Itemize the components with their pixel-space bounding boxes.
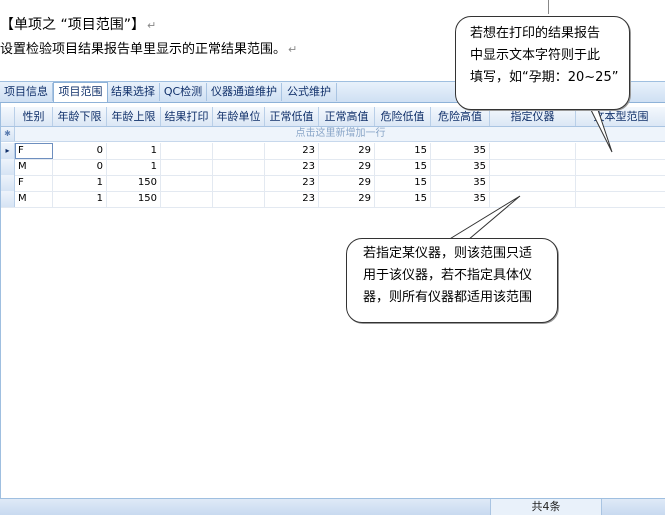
cell-danger-low[interactable]: 15 — [375, 175, 431, 191]
document-title-text: 【单项之 “项目范围”】 — [0, 17, 145, 33]
cell-sex[interactable]: F — [15, 175, 53, 191]
cell-text-range[interactable] — [576, 159, 665, 175]
tab-project-range[interactable]: 项目范围 — [53, 82, 108, 102]
cell-danger-high[interactable]: 35 — [431, 143, 490, 159]
cell-danger-low[interactable]: 15 — [375, 159, 431, 175]
cell-age-low[interactable]: 1 — [53, 191, 107, 207]
column-header-danger-low[interactable]: 危险低值 — [375, 107, 431, 126]
cell-danger-low[interactable]: 15 — [375, 191, 431, 207]
row-indicator[interactable]: ▸ — [1, 143, 15, 159]
callout-line: 用于该仪器，若不指定具体仪 — [363, 268, 533, 283]
cell-age-unit[interactable] — [213, 175, 265, 191]
header-indicator — [1, 107, 15, 126]
cell-age-high[interactable]: 1 — [107, 143, 161, 159]
cell-sex[interactable]: M — [15, 191, 53, 207]
grid-footer: 共4条 — [0, 498, 665, 515]
row-indicator[interactable] — [1, 175, 15, 191]
column-header-age-unit[interactable]: 年龄单位 — [213, 107, 265, 126]
callout-line: 器，则所有仪器都适用该范围 — [363, 290, 533, 305]
cell-age-unit[interactable] — [213, 143, 265, 159]
cell-normal-high[interactable]: 29 — [319, 143, 375, 159]
cell-print[interactable] — [161, 191, 213, 207]
cell-danger-high[interactable]: 35 — [431, 175, 490, 191]
cell-danger-low[interactable]: 15 — [375, 143, 431, 159]
cell-age-high[interactable]: 150 — [107, 175, 161, 191]
column-header-age-high[interactable]: 年龄上限 — [107, 107, 161, 126]
grid-header: 性别 年龄下限 年龄上限 结果打印 年龄单位 正常低值 正常高值 危险低值 危险… — [1, 107, 665, 127]
cell-sex[interactable]: F — [15, 143, 53, 159]
column-header-print[interactable]: 结果打印 — [161, 107, 213, 126]
cell-print[interactable] — [161, 143, 213, 159]
column-header-normal-high[interactable]: 正常高值 — [319, 107, 375, 126]
callout-line: 若指定某仪器，则该范围只适 — [363, 246, 533, 261]
cell-age-high[interactable]: 150 — [107, 191, 161, 207]
column-header-sex[interactable]: 性别 — [15, 107, 53, 126]
callout-text-range-tip-text: 若想在打印的结果报告 中显示文本字符则于此 填写，如“孕期：20~25” — [470, 23, 618, 89]
table-row[interactable]: ▸ F 0 1 23 29 15 35 — [1, 143, 665, 160]
cell-normal-low[interactable]: 23 — [265, 175, 319, 191]
range-grid: 性别 年龄下限 年龄上限 结果打印 年龄单位 正常低值 正常高值 危险低值 危险… — [0, 103, 665, 498]
cell-age-low[interactable]: 1 — [53, 175, 107, 191]
cell-instrument[interactable] — [490, 143, 576, 159]
table-row[interactable]: M 1 150 23 29 15 35 — [1, 191, 665, 208]
callout-instrument-tip: 若指定某仪器，则该范围只适 用于该仪器，若不指定具体仪 器，则所有仪器都适用该范… — [346, 238, 558, 323]
cell-print[interactable] — [161, 175, 213, 191]
row-indicator[interactable] — [1, 159, 15, 175]
callout-line: 中显示文本字符则于此 — [470, 48, 601, 63]
cell-text-range[interactable] — [576, 143, 665, 159]
table-row[interactable]: F 1 150 23 29 15 35 — [1, 175, 665, 192]
cell-normal-high[interactable]: 29 — [319, 175, 375, 191]
tab-formula[interactable]: 公式维护 — [282, 83, 337, 101]
paragraph-mark-icon: ↵ — [146, 19, 157, 32]
cell-normal-high[interactable]: 29 — [319, 159, 375, 175]
document-description: 设置检验项目结果报告单里显示的正常结果范围。 ↵ — [0, 38, 297, 57]
cell-instrument[interactable] — [490, 175, 576, 191]
row-indicator[interactable] — [1, 191, 15, 207]
cell-age-high[interactable]: 1 — [107, 159, 161, 175]
callout-text-range-tip: 若想在打印的结果报告 中显示文本字符则于此 填写，如“孕期：20~25” — [455, 16, 630, 110]
paragraph-mark-icon: ↵ — [288, 43, 298, 56]
callout-line: 若想在打印的结果报告 — [470, 26, 601, 41]
cell-normal-low[interactable]: 23 — [265, 159, 319, 175]
cell-age-low[interactable]: 0 — [53, 159, 107, 175]
tab-result-select[interactable]: 结果选择 — [107, 83, 160, 101]
new-row-star-icon: ✱ — [1, 127, 15, 141]
page-margin-line — [548, 0, 549, 14]
cell-text-range[interactable] — [576, 191, 665, 207]
cell-normal-low[interactable]: 23 — [265, 143, 319, 159]
document-description-text: 设置检验项目结果报告单里显示的正常结果范围。 — [0, 42, 287, 57]
column-header-age-low[interactable]: 年龄下限 — [53, 107, 107, 126]
tab-qc[interactable]: QC检测 — [160, 83, 207, 101]
cell-instrument[interactable] — [490, 191, 576, 207]
cell-normal-high[interactable]: 29 — [319, 191, 375, 207]
document-title: 【单项之 “项目范围”】 ↵ — [0, 14, 156, 34]
cell-age-unit[interactable] — [213, 159, 265, 175]
cell-age-low[interactable]: 0 — [53, 143, 107, 159]
cell-danger-high[interactable]: 35 — [431, 159, 490, 175]
cell-text-range[interactable] — [576, 175, 665, 191]
cell-sex[interactable]: M — [15, 159, 53, 175]
callout-instrument-tip-text: 若指定某仪器，则该范围只适 用于该仪器，若不指定具体仪 器，则所有仪器都适用该范… — [363, 243, 532, 309]
cell-age-unit[interactable] — [213, 191, 265, 207]
cell-instrument[interactable] — [490, 159, 576, 175]
cell-print[interactable] — [161, 159, 213, 175]
tab-instrument-channel[interactable]: 仪器通道维护 — [207, 83, 282, 101]
callout-line: 填写，如“孕期：20~25” — [470, 70, 619, 85]
table-row[interactable]: M 0 1 23 29 15 35 — [1, 159, 665, 176]
row-count: 共4条 — [490, 499, 602, 515]
new-row[interactable]: ✱ 点击这里新增加一行 — [1, 127, 665, 142]
cell-normal-low[interactable]: 23 — [265, 191, 319, 207]
new-row-text: 点击这里新增加一行 — [295, 128, 386, 139]
tab-project-info[interactable]: 项目信息 — [0, 83, 53, 101]
column-header-normal-low[interactable]: 正常低值 — [265, 107, 319, 126]
cell-danger-high[interactable]: 35 — [431, 191, 490, 207]
